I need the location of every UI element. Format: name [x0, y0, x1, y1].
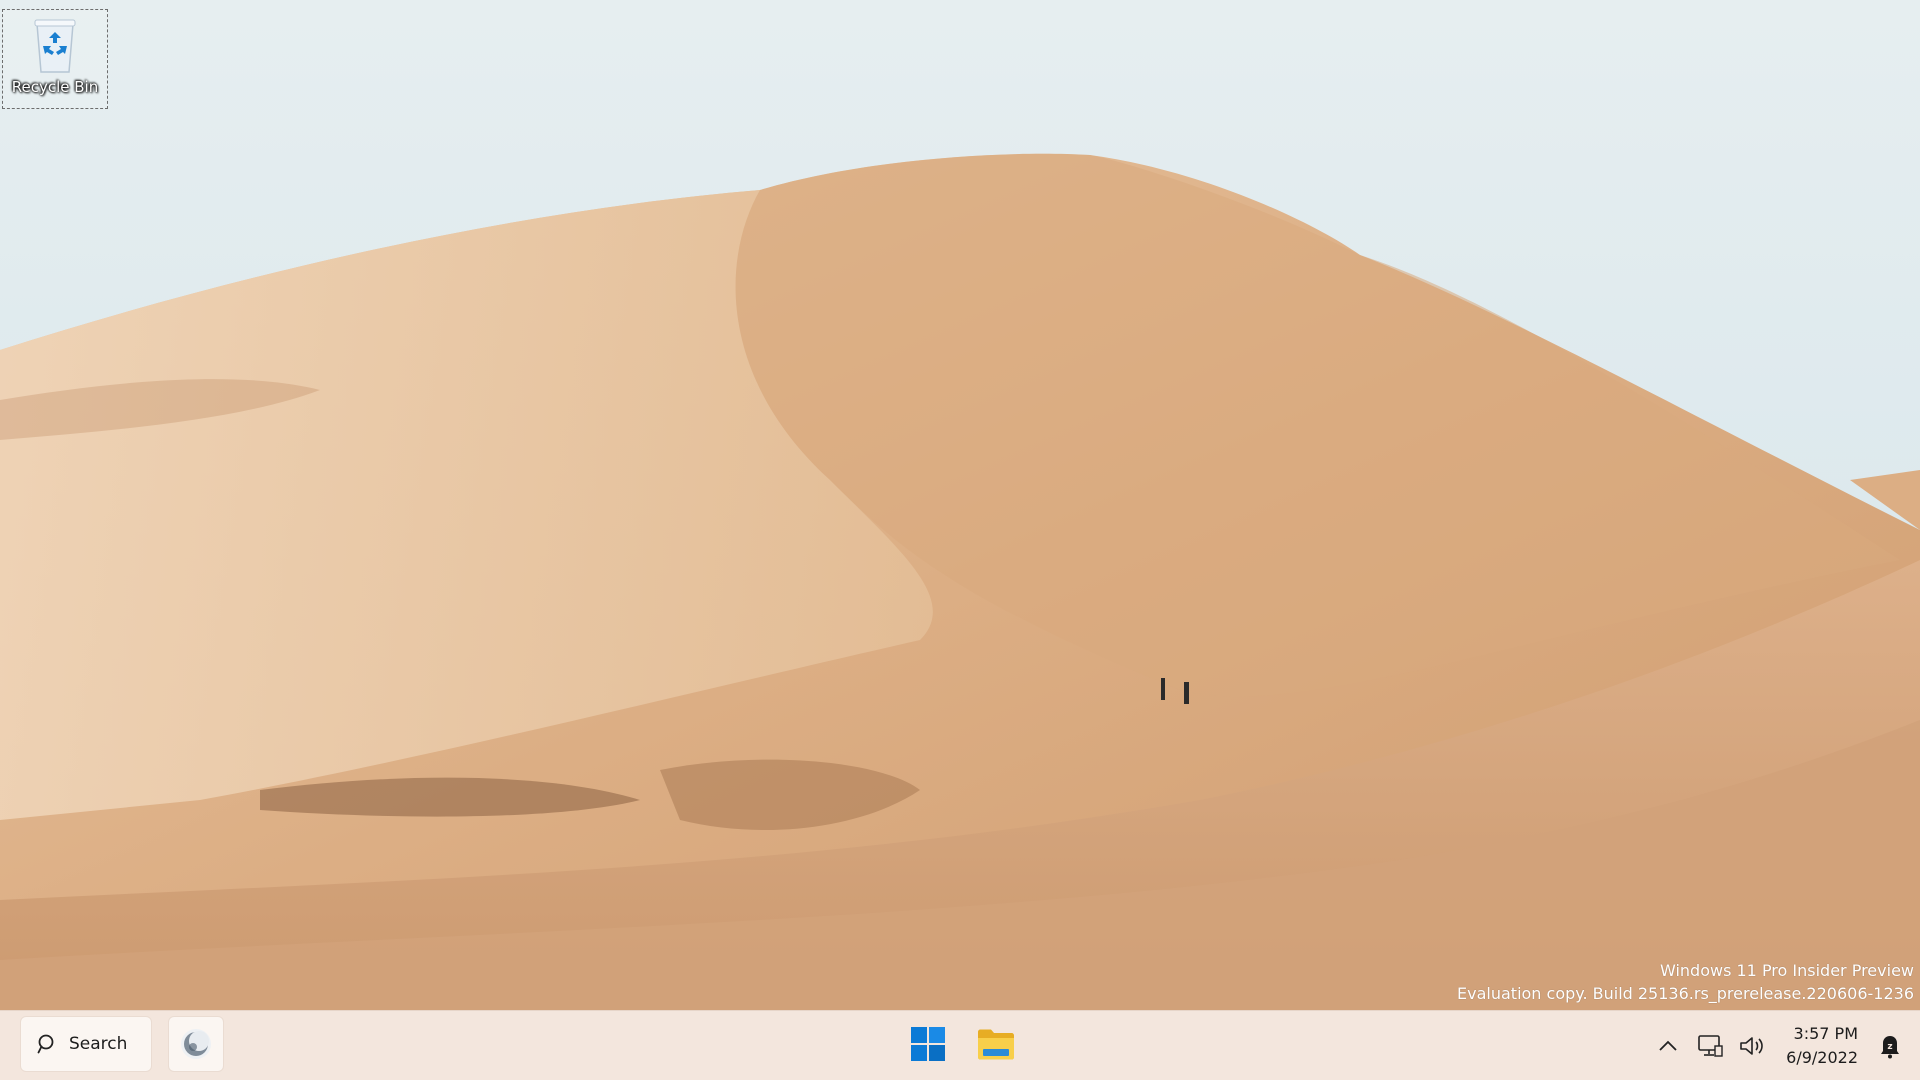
network-icon	[1697, 1034, 1723, 1058]
watermark-edition: Windows 11 Pro Insider Preview	[1457, 959, 1914, 982]
volume-icon	[1738, 1034, 1766, 1058]
recycle-bin-label: Recycle Bin	[12, 78, 98, 96]
clock-date: 6/9/2022	[1786, 1046, 1858, 1070]
file-explorer-button[interactable]	[968, 1016, 1024, 1072]
notification-center-button[interactable]: z	[1872, 1026, 1908, 1066]
recycle-bin-desktop-icon[interactable]: Recycle Bin	[2, 9, 108, 109]
chevron-up-icon	[1658, 1039, 1678, 1053]
network-button[interactable]	[1692, 1026, 1728, 1066]
desert-dune-wallpaper	[0, 0, 1920, 1010]
svg-text:z: z	[1887, 1042, 1892, 1052]
widgets-icon	[179, 1027, 213, 1061]
show-hidden-icons-button[interactable]	[1650, 1026, 1686, 1066]
clock-button[interactable]: 3:57 PM 6/9/2022	[1786, 1022, 1858, 1070]
start-button[interactable]	[900, 1016, 956, 1072]
search-icon	[37, 1033, 59, 1055]
desktop: Recycle Bin Windows 11 Pro Insider Previ…	[0, 0, 1920, 1010]
evaluation-watermark: Windows 11 Pro Insider Preview Evaluatio…	[1457, 959, 1914, 1005]
clock-time: 3:57 PM	[1794, 1022, 1858, 1046]
recycle-bin-icon	[29, 16, 81, 76]
notification-icon: z	[1879, 1033, 1901, 1059]
search-label: Search	[69, 1034, 127, 1054]
widgets-button[interactable]	[168, 1016, 224, 1072]
taskbar-search-button[interactable]: Search	[20, 1016, 152, 1072]
volume-button[interactable]	[1734, 1026, 1770, 1066]
watermark-build: Evaluation copy. Build 25136.rs_prerelea…	[1457, 982, 1914, 1005]
taskbar: Search	[0, 1010, 1920, 1080]
folder-icon	[977, 1027, 1015, 1061]
pinned-apps	[900, 1016, 1024, 1072]
system-tray: 3:57 PM 6/9/2022 z	[1650, 1011, 1908, 1081]
windows-logo-icon	[910, 1026, 946, 1062]
